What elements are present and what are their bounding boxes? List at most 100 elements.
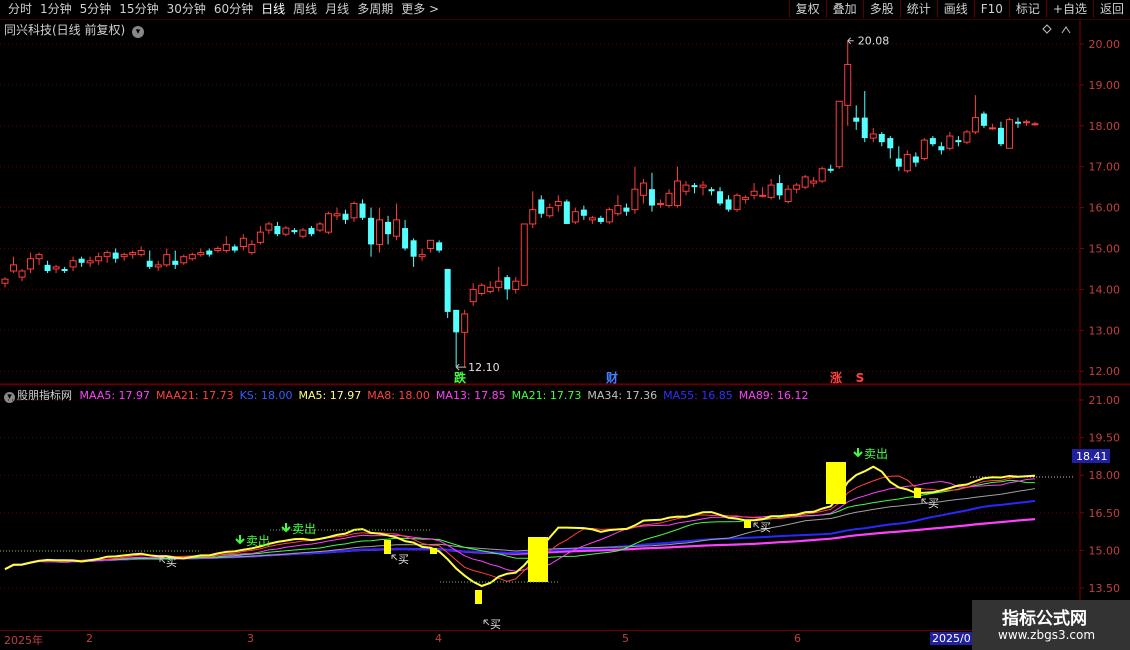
candle-body (172, 260, 179, 265)
candle-body (673, 180, 681, 207)
candle-body (486, 286, 494, 292)
sell-signal: 卖出 (864, 447, 888, 461)
candle-body (1022, 121, 1030, 124)
candle-body (699, 184, 707, 188)
sell-signal: 卖出 (292, 522, 316, 536)
candle-body (86, 260, 94, 264)
x-tick: 6 (794, 632, 801, 645)
candle-body (946, 135, 954, 149)
candle-body (938, 146, 945, 151)
candle-body (750, 190, 758, 196)
candle-body (844, 63, 852, 106)
high-price-label: 20.08 (858, 35, 890, 48)
signal-bar (744, 520, 751, 528)
candle-body (546, 207, 554, 217)
candle-body (742, 196, 750, 200)
candle-body (639, 182, 647, 196)
candle-body (180, 256, 188, 264)
candle-body (725, 199, 732, 210)
buy-signal: 买 (166, 556, 177, 569)
candle-body (120, 254, 128, 258)
candle-body (920, 139, 928, 160)
y-tick-label: 20.00 (1089, 38, 1121, 51)
candle-body (69, 260, 77, 268)
candle-body (291, 230, 298, 233)
signal-bar (475, 590, 482, 604)
candle-body (648, 189, 655, 206)
candle-body (197, 252, 205, 256)
candle-body (154, 264, 162, 268)
candle-body (44, 264, 51, 271)
y-tick-label: 15.00 (1089, 243, 1121, 256)
signal-bar (914, 488, 921, 498)
candle-body (1005, 119, 1013, 149)
x-tick: 2025/0 (930, 632, 973, 645)
candle-body (163, 254, 171, 266)
candle-body (605, 209, 613, 223)
candle-body (538, 199, 545, 214)
candle-body (188, 254, 196, 260)
signal-bar (430, 548, 437, 554)
candle-body (385, 221, 392, 235)
candle-body (265, 223, 273, 231)
candle-body (571, 211, 579, 223)
candle-body (520, 223, 528, 286)
candle-body (955, 140, 962, 143)
current-value-label: 18.41 (1076, 450, 1108, 463)
candle-body (282, 227, 290, 235)
candle-body (767, 184, 775, 198)
candle-body (529, 209, 537, 225)
candle-body (793, 184, 801, 190)
y-tick-label: 21.00 (1089, 394, 1121, 407)
candle-body (214, 248, 222, 252)
x-tick: 3 (247, 632, 254, 645)
signal-bar (826, 462, 846, 504)
watermark-url: www.zbgs3.com (998, 628, 1096, 642)
candle-body (759, 194, 767, 197)
arrow-down-icon (235, 535, 245, 545)
kline-chart[interactable]: 20.00 19.00 18.00 17.00 16.00 15.00 14.00 13.00… (0, 0, 1130, 650)
candle-body (95, 256, 103, 262)
candle-body (410, 240, 417, 257)
candle-body (316, 223, 324, 231)
candle-body (376, 219, 384, 245)
candle-body (929, 138, 936, 145)
y-tick-label: 15.00 (1089, 544, 1121, 557)
candle-body (895, 158, 902, 167)
chevron-up-icon (1061, 26, 1071, 34)
candle-body (971, 117, 979, 133)
watermark-title: 指标公式网 (1002, 609, 1087, 629)
candle-body (588, 217, 596, 221)
event-marker-s: S (856, 371, 865, 385)
event-marker-die: 跌 (454, 370, 467, 385)
candle-body (418, 254, 426, 258)
candle-body (368, 217, 375, 245)
candle-body (478, 284, 486, 294)
candle-body (436, 242, 443, 251)
candle-body (402, 228, 409, 249)
candle-body (112, 252, 119, 259)
candle-body (631, 188, 639, 211)
candle-body (827, 168, 834, 171)
candle-body (682, 184, 690, 192)
candle-body (988, 127, 996, 130)
y-tick-label: 13.00 (1089, 324, 1121, 337)
buy-signal: 买 (928, 497, 939, 510)
candle-body (453, 309, 460, 333)
candle-body (835, 100, 843, 168)
sell-signal: 卖出 (246, 534, 270, 548)
candle-body (810, 180, 818, 184)
candle-body (997, 127, 1004, 145)
x-tick: 4 (435, 632, 442, 645)
candle-body (78, 258, 85, 263)
x-tick: 5 (622, 632, 629, 645)
candle-body (27, 258, 35, 270)
candle-body (623, 207, 630, 212)
candle-body (10, 264, 18, 272)
candle-body (35, 254, 43, 260)
candle-body (206, 250, 213, 255)
candle-body (461, 313, 469, 333)
candle-body (1014, 121, 1021, 124)
candle-body (903, 153, 911, 172)
candle-body (333, 213, 341, 217)
